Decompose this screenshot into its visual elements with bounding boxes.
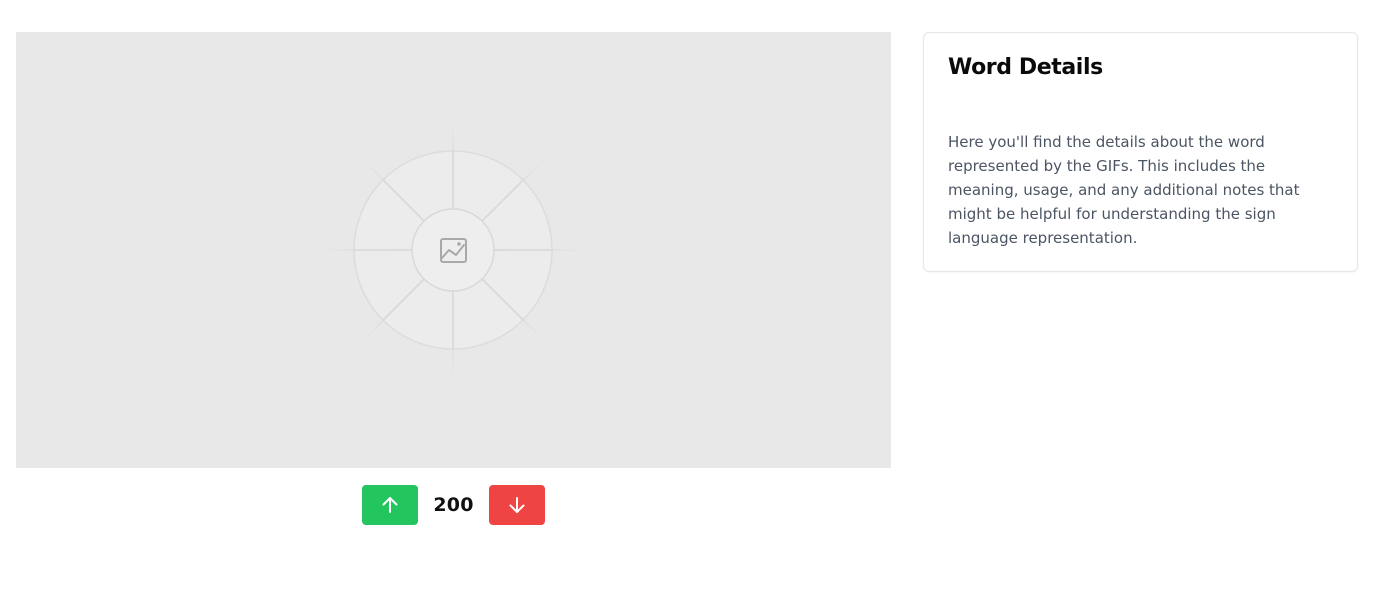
word-details-description: Here you'll find the details about the w… xyxy=(948,133,1300,247)
vote-controls: 200 xyxy=(362,485,545,525)
upvote-button[interactable] xyxy=(362,485,418,525)
vote-count: 200 xyxy=(433,494,474,516)
word-details-title: Word Details xyxy=(948,55,1103,80)
word-details-card: Word Details Here you'll find the detail… xyxy=(923,32,1358,272)
arrow-up-icon xyxy=(382,497,398,513)
arrow-down-icon xyxy=(509,497,525,513)
page: 200 Word Details Here you'll find the de… xyxy=(0,0,1376,589)
downvote-button[interactable] xyxy=(488,485,545,525)
gif-viewer xyxy=(16,32,891,468)
image-placeholder xyxy=(313,110,593,390)
